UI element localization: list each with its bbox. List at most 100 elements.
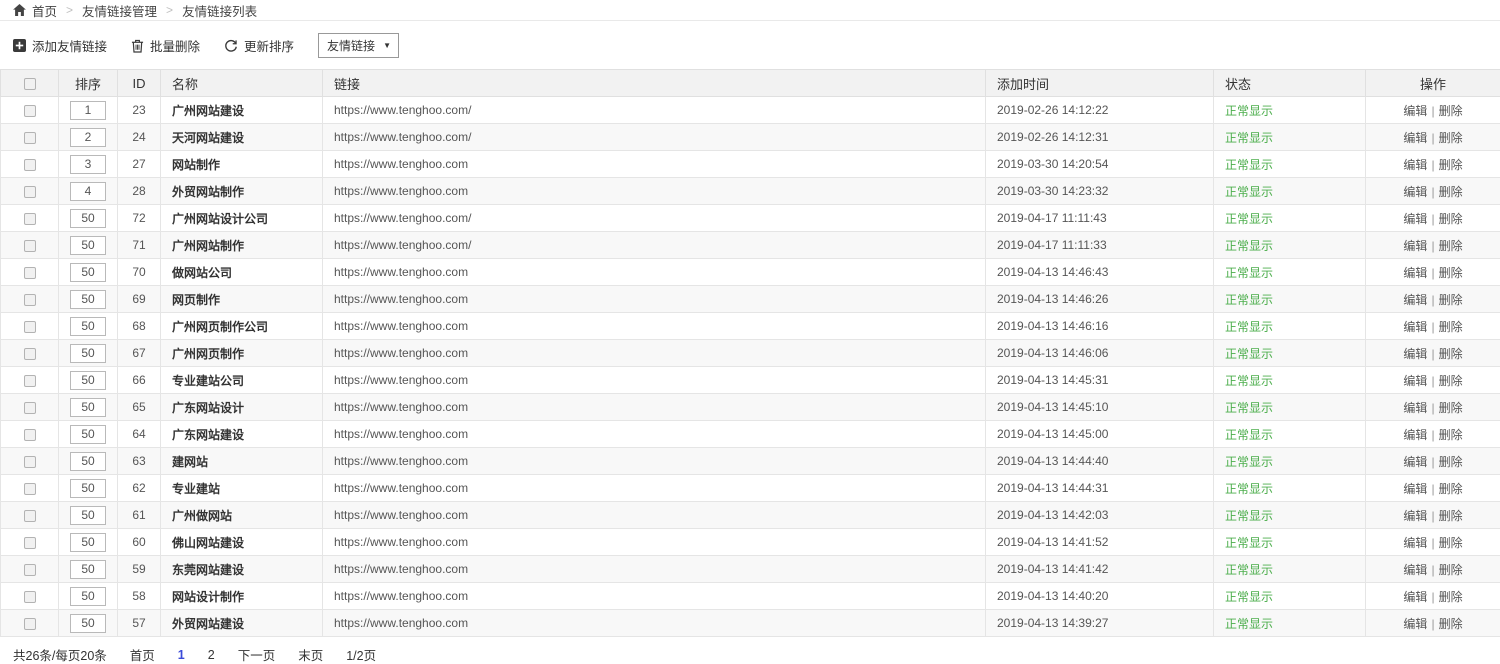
sort-input[interactable] <box>70 560 106 579</box>
edit-link[interactable]: 编辑 <box>1403 509 1427 523</box>
sort-input[interactable] <box>70 101 106 120</box>
delete-link[interactable]: 删除 <box>1439 266 1463 280</box>
pagination-first[interactable]: 首页 <box>130 645 155 664</box>
row-checkbox[interactable] <box>24 321 36 333</box>
sort-input[interactable] <box>70 128 106 147</box>
row-checkbox[interactable] <box>24 375 36 387</box>
delete-link[interactable]: 删除 <box>1439 617 1463 631</box>
edit-link[interactable]: 编辑 <box>1403 590 1427 604</box>
delete-link[interactable]: 删除 <box>1439 131 1463 145</box>
row-checkbox[interactable] <box>24 456 36 468</box>
delete-link[interactable]: 删除 <box>1439 563 1463 577</box>
delete-link[interactable]: 删除 <box>1439 293 1463 307</box>
sort-input[interactable] <box>70 614 106 633</box>
status-badge[interactable]: 正常显示 <box>1225 347 1273 361</box>
row-checkbox[interactable] <box>24 618 36 630</box>
edit-link[interactable]: 编辑 <box>1403 617 1427 631</box>
batch-delete-button[interactable]: 批量删除 <box>131 36 200 55</box>
row-checkbox[interactable] <box>24 132 36 144</box>
pagination-page-2[interactable]: 2 <box>208 648 215 662</box>
edit-link[interactable]: 编辑 <box>1403 347 1427 361</box>
sort-input[interactable] <box>70 155 106 174</box>
row-checkbox[interactable] <box>24 159 36 171</box>
sort-input[interactable] <box>70 506 106 525</box>
sort-input[interactable] <box>70 209 106 228</box>
delete-link[interactable]: 删除 <box>1439 158 1463 172</box>
status-badge[interactable]: 正常显示 <box>1225 428 1273 442</box>
edit-link[interactable]: 编辑 <box>1403 374 1427 388</box>
update-sort-button[interactable]: 更新排序 <box>224 36 294 55</box>
row-checkbox[interactable] <box>24 240 36 252</box>
select-all-checkbox[interactable] <box>24 78 36 90</box>
sort-input[interactable] <box>70 533 106 552</box>
pagination-next[interactable]: 下一页 <box>238 645 276 664</box>
status-badge[interactable]: 正常显示 <box>1225 401 1273 415</box>
sort-input[interactable] <box>70 479 106 498</box>
sort-input[interactable] <box>70 425 106 444</box>
status-badge[interactable]: 正常显示 <box>1225 590 1273 604</box>
status-badge[interactable]: 正常显示 <box>1225 266 1273 280</box>
add-link-button[interactable]: 添加友情链接 <box>13 36 107 55</box>
sort-input[interactable] <box>70 263 106 282</box>
edit-link[interactable]: 编辑 <box>1403 536 1427 550</box>
status-badge[interactable]: 正常显示 <box>1225 320 1273 334</box>
edit-link[interactable]: 编辑 <box>1403 455 1427 469</box>
pagination-page-1[interactable]: 1 <box>178 648 185 662</box>
sort-input[interactable] <box>70 587 106 606</box>
row-checkbox[interactable] <box>24 429 36 441</box>
row-checkbox[interactable] <box>24 402 36 414</box>
delete-link[interactable]: 删除 <box>1439 347 1463 361</box>
status-badge[interactable]: 正常显示 <box>1225 131 1273 145</box>
status-badge[interactable]: 正常显示 <box>1225 617 1273 631</box>
edit-link[interactable]: 编辑 <box>1403 401 1427 415</box>
delete-link[interactable]: 删除 <box>1439 320 1463 334</box>
sort-input[interactable] <box>70 236 106 255</box>
status-badge[interactable]: 正常显示 <box>1225 563 1273 577</box>
delete-link[interactable]: 删除 <box>1439 482 1463 496</box>
status-badge[interactable]: 正常显示 <box>1225 185 1273 199</box>
edit-link[interactable]: 编辑 <box>1403 320 1427 334</box>
sort-input[interactable] <box>70 452 106 471</box>
status-badge[interactable]: 正常显示 <box>1225 212 1273 226</box>
edit-link[interactable]: 编辑 <box>1403 212 1427 226</box>
row-checkbox[interactable] <box>24 267 36 279</box>
delete-link[interactable]: 删除 <box>1439 536 1463 550</box>
row-checkbox[interactable] <box>24 105 36 117</box>
edit-link[interactable]: 编辑 <box>1403 239 1427 253</box>
status-badge[interactable]: 正常显示 <box>1225 104 1273 118</box>
sort-input[interactable] <box>70 317 106 336</box>
edit-link[interactable]: 编辑 <box>1403 266 1427 280</box>
row-checkbox[interactable] <box>24 537 36 549</box>
edit-link[interactable]: 编辑 <box>1403 428 1427 442</box>
status-badge[interactable]: 正常显示 <box>1225 509 1273 523</box>
sort-input[interactable] <box>70 398 106 417</box>
row-checkbox[interactable] <box>24 186 36 198</box>
sort-input[interactable] <box>70 371 106 390</box>
edit-link[interactable]: 编辑 <box>1403 482 1427 496</box>
edit-link[interactable]: 编辑 <box>1403 131 1427 145</box>
delete-link[interactable]: 删除 <box>1439 239 1463 253</box>
delete-link[interactable]: 删除 <box>1439 104 1463 118</box>
status-badge[interactable]: 正常显示 <box>1225 455 1273 469</box>
delete-link[interactable]: 删除 <box>1439 185 1463 199</box>
row-checkbox[interactable] <box>24 294 36 306</box>
row-checkbox[interactable] <box>24 564 36 576</box>
delete-link[interactable]: 删除 <box>1439 374 1463 388</box>
edit-link[interactable]: 编辑 <box>1403 158 1427 172</box>
link-type-select[interactable]: 友情链接 ▼ <box>318 33 399 58</box>
status-badge[interactable]: 正常显示 <box>1225 158 1273 172</box>
status-badge[interactable]: 正常显示 <box>1225 536 1273 550</box>
breadcrumb-link-manage[interactable]: 友情链接管理 <box>82 1 157 20</box>
status-badge[interactable]: 正常显示 <box>1225 293 1273 307</box>
edit-link[interactable]: 编辑 <box>1403 563 1427 577</box>
row-checkbox[interactable] <box>24 348 36 360</box>
delete-link[interactable]: 删除 <box>1439 212 1463 226</box>
edit-link[interactable]: 编辑 <box>1403 293 1427 307</box>
row-checkbox[interactable] <box>24 213 36 225</box>
delete-link[interactable]: 删除 <box>1439 401 1463 415</box>
status-badge[interactable]: 正常显示 <box>1225 482 1273 496</box>
row-checkbox[interactable] <box>24 483 36 495</box>
status-badge[interactable]: 正常显示 <box>1225 374 1273 388</box>
delete-link[interactable]: 删除 <box>1439 428 1463 442</box>
row-checkbox[interactable] <box>24 591 36 603</box>
